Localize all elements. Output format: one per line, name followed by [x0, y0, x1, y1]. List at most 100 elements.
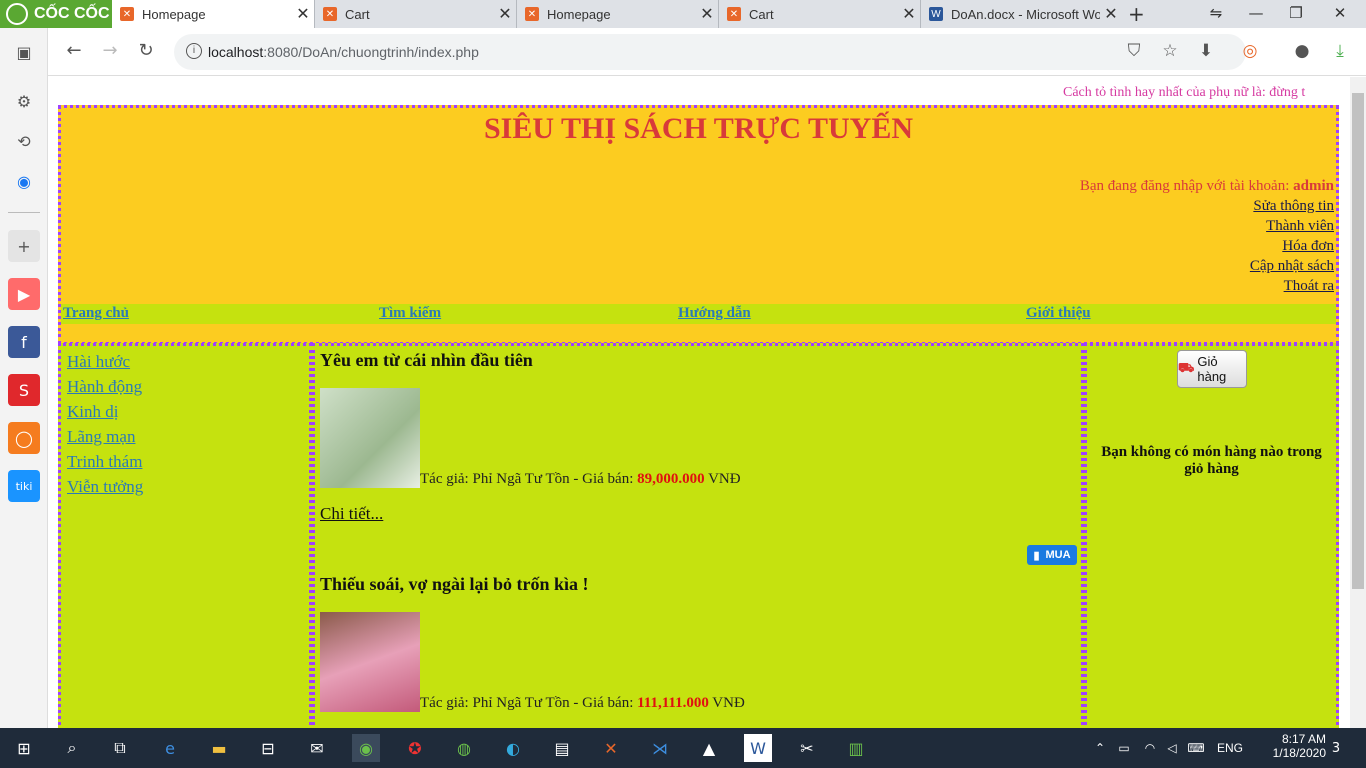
- clock[interactable]: 8:17 AM 1/18/2020: [1273, 732, 1326, 760]
- close-icon[interactable]: ✕: [696, 4, 718, 24]
- close-icon[interactable]: ✕: [494, 4, 516, 24]
- xampp-taskbar-icon[interactable]: ✕: [597, 734, 625, 762]
- category-scifi[interactable]: Viễn tưởng: [67, 477, 309, 496]
- login-label: Bạn đang đăng nhập với tài khoản:: [1079, 178, 1294, 194]
- store-icon[interactable]: ⊟: [254, 734, 282, 762]
- profile-icon[interactable]: ●: [1290, 41, 1314, 61]
- new-tab-button[interactable]: +: [1128, 2, 1145, 26]
- cart-button-label: Giỏ hàng: [1197, 354, 1227, 384]
- add-shortcut-icon[interactable]: +: [8, 230, 40, 262]
- book-cover-image[interactable]: [320, 388, 420, 488]
- tab-label: Homepage: [142, 6, 206, 22]
- category-detective[interactable]: Trinh thám: [67, 452, 309, 471]
- tab-label: Cart: [345, 6, 370, 22]
- site-info-icon[interactable]: i: [186, 43, 202, 59]
- reload-button[interactable]: ↻: [134, 40, 158, 61]
- close-icon[interactable]: ✕: [1100, 4, 1122, 24]
- menu-about[interactable]: Giới thiệu: [1026, 305, 1091, 322]
- edge-icon[interactable]: e: [156, 734, 184, 762]
- coccoc-taskbar-icon[interactable]: ◉: [352, 734, 380, 762]
- downloads-icon[interactable]: ⤓: [1328, 41, 1352, 61]
- site-title: SIÊU THỊ SÁCH TRỰC TUYẾN: [483, 112, 913, 145]
- facebook-icon[interactable]: f: [8, 326, 40, 358]
- settings-icon[interactable]: ⚙: [8, 85, 40, 117]
- book-author: Tác giả: Phỉ Ngã Tư Tồn - Giá bán:: [420, 471, 638, 487]
- tiki-icon[interactable]: tiki: [8, 470, 40, 502]
- book-title: Yêu em từ cái nhìn đầu tiên: [320, 350, 533, 370]
- close-icon[interactable]: ✕: [898, 4, 920, 24]
- maximize-button[interactable]: ❐: [1276, 4, 1316, 22]
- app-icon[interactable]: ▥: [842, 734, 870, 762]
- close-window-button[interactable]: ✕: [1320, 4, 1360, 22]
- coccoc-menu-button[interactable]: CỐC CỐC: [0, 0, 112, 28]
- site-header: SIÊU THỊ SÁCH TRỰC TUYẾN Bạn đang đăng n…: [58, 105, 1339, 345]
- menu-search[interactable]: Tìm kiếm: [379, 305, 441, 322]
- back-button[interactable]: ←: [62, 40, 86, 61]
- history-icon[interactable]: ⟲: [8, 125, 40, 157]
- category-humor[interactable]: Hài hước: [67, 352, 309, 371]
- page-scrollbar[interactable]: [1350, 77, 1366, 728]
- category-horror[interactable]: Kinh dị: [67, 402, 309, 421]
- download-page-icon[interactable]: ⬇: [1194, 41, 1218, 61]
- tab-homepage-2[interactable]: ✕ Homepage ✕: [516, 0, 718, 28]
- notification-icon[interactable]: 3: [1322, 734, 1350, 762]
- tools-icon[interactable]: ✂: [793, 734, 821, 762]
- word-taskbar-icon[interactable]: W: [744, 734, 772, 762]
- address-bar[interactable]: i localhost:8080/DoAn/chuongtrinh/index.…: [174, 34, 1246, 70]
- menu-home[interactable]: Trang chủ: [63, 305, 129, 322]
- category-panel: Hài hước Hành động Kinh dị Lãng mạn Trin…: [58, 343, 312, 728]
- scrollbar-thumb[interactable]: [1352, 93, 1364, 589]
- keyboard-icon[interactable]: ⌨: [1182, 734, 1210, 762]
- book-item: Yêu em từ cái nhìn đầu tiên Tác giả: Phỉ…: [315, 346, 1081, 565]
- shopee-icon[interactable]: S: [8, 374, 40, 406]
- cart-button[interactable]: ⛟ Giỏ hàng: [1177, 350, 1247, 388]
- buy-button[interactable]: ▮ MUA: [1027, 545, 1077, 565]
- invoices-link[interactable]: Hóa đơn: [1080, 238, 1334, 255]
- book-detail-link[interactable]: Chi tiết...: [320, 504, 1081, 524]
- vscode-icon[interactable]: ⋊: [646, 734, 674, 762]
- photos-icon[interactable]: ▲: [695, 734, 723, 762]
- tab-cart-2[interactable]: ✕ Cart ✕: [718, 0, 920, 28]
- close-icon[interactable]: ✕: [292, 4, 314, 24]
- app-icon[interactable]: ◐: [499, 734, 527, 762]
- logout-link[interactable]: Thoát ra: [1080, 278, 1334, 295]
- search-app-icon[interactable]: ◯: [8, 422, 40, 454]
- shield-icon[interactable]: ⛉: [1122, 41, 1146, 61]
- members-link[interactable]: Thành viên: [1080, 218, 1334, 235]
- book-cover-image[interactable]: [320, 612, 420, 712]
- tab-word-doc[interactable]: W DoAn.docx - Microsoft Wor ✕: [920, 0, 1122, 28]
- tab-label: DoAn.docx - Microsoft Wor: [951, 6, 1100, 22]
- mail-icon[interactable]: ✉: [303, 734, 331, 762]
- app-icon[interactable]: ✪: [401, 734, 429, 762]
- android-icon[interactable]: ◍: [450, 734, 478, 762]
- search-icon[interactable]: ⌕: [58, 734, 86, 762]
- tab-cart-1[interactable]: ✕ Cart ✕: [314, 0, 516, 28]
- forward-button[interactable]: →: [98, 40, 122, 61]
- app-icon[interactable]: ▤: [548, 734, 576, 762]
- clock-time: 8:17 AM: [1281, 732, 1326, 746]
- buy-label: MUA: [1045, 549, 1071, 561]
- browser-toolbar: ← → ↻ i localhost:8080/DoAn/chuongtrinh/…: [48, 28, 1366, 76]
- task-view-icon[interactable]: ⧉: [106, 734, 134, 762]
- sidebar-divider: [8, 212, 40, 213]
- coccoc-logo-icon: [6, 3, 28, 25]
- category-romance[interactable]: Lãng mạn: [67, 427, 309, 446]
- book-list: Yêu em từ cái nhìn đầu tiên Tác giả: Phỉ…: [312, 343, 1084, 728]
- tab-search-icon[interactable]: ⇋: [1196, 4, 1236, 22]
- messenger-icon[interactable]: ◉: [8, 165, 40, 197]
- minimize-button[interactable]: —: [1236, 4, 1276, 22]
- language-indicator[interactable]: ENG: [1216, 734, 1244, 762]
- extension-icon[interactable]: ◎: [1238, 41, 1262, 61]
- youtube-icon[interactable]: ▶: [8, 278, 40, 310]
- windows-start-icon[interactable]: ⊞: [10, 734, 38, 762]
- book-meta: Tác giả: Phỉ Ngã Tư Tồn - Giá bán: 111,1…: [420, 695, 745, 712]
- edit-profile-link[interactable]: Sửa thông tin: [1080, 198, 1334, 215]
- tab-homepage-1[interactable]: ✕ Homepage ✕: [112, 0, 314, 28]
- update-books-link[interactable]: Cập nhật sách: [1080, 258, 1334, 275]
- menu-guide[interactable]: Hướng dẫn: [678, 305, 751, 322]
- sidebar-toggle-icon[interactable]: ▣: [8, 36, 40, 68]
- bookmark-star-icon[interactable]: ☆: [1158, 41, 1182, 61]
- battery-icon[interactable]: ▭: [1110, 734, 1138, 762]
- file-explorer-icon[interactable]: ▬: [205, 734, 233, 762]
- category-action[interactable]: Hành động: [67, 377, 309, 396]
